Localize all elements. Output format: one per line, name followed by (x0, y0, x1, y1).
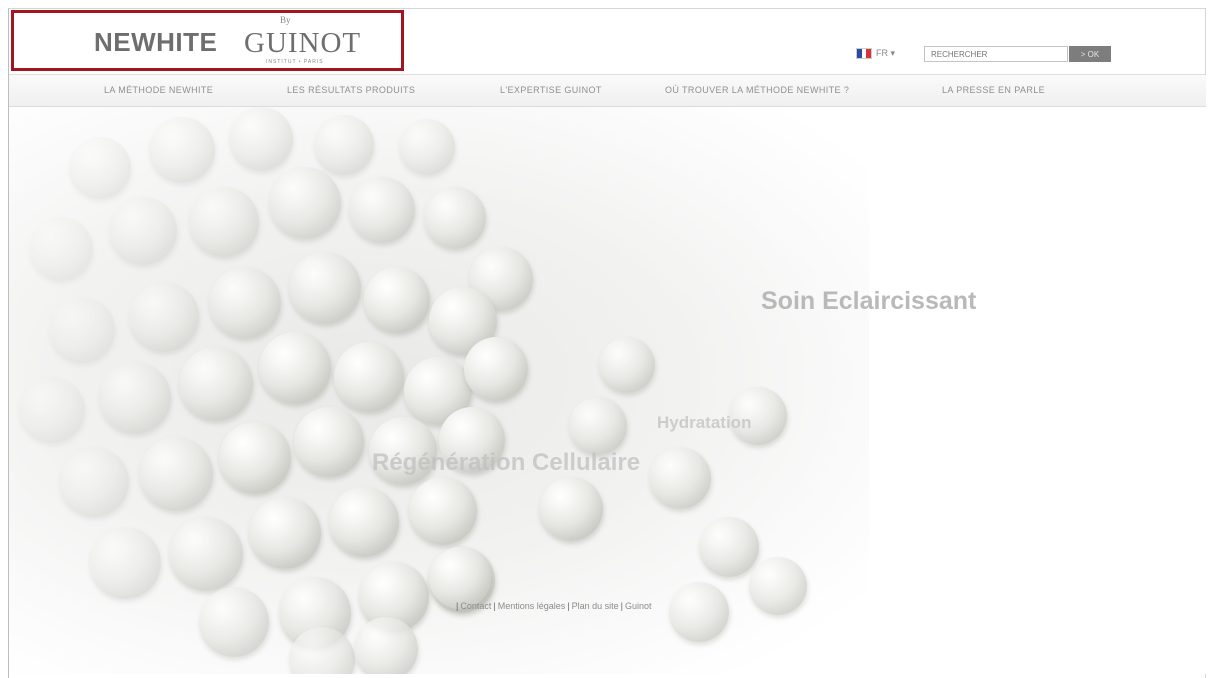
nav-item-resultats[interactable]: LES RÉSULTATS PRODUITS (287, 85, 415, 95)
pearl-image (334, 342, 404, 412)
pearl-image (49, 297, 115, 363)
nav-item-presse[interactable]: LA PRESSE EN PARLE (942, 85, 1045, 95)
pearl-image (429, 547, 491, 609)
pearl-image (209, 267, 281, 339)
footer-link-mentions-legales[interactable]: Mentions légales (498, 601, 566, 611)
pearl-image (649, 447, 711, 509)
site-logo[interactable]: NEWHITE By GUINOT INSTITUT • PARIS (11, 10, 404, 71)
pearl-image (129, 282, 199, 352)
pearl-image (699, 517, 759, 577)
pearl-image (259, 332, 331, 404)
pearl-image (399, 119, 455, 175)
pearl-image (179, 347, 253, 421)
pearl-image (354, 617, 418, 674)
language-selector[interactable]: FR ▾ (856, 48, 895, 59)
search-ok-button[interactable]: > OK (1069, 46, 1111, 62)
french-flag-icon (856, 48, 872, 59)
main-nav: LA MÉTHODE NEWHITE LES RÉSULTATS PRODUIT… (9, 74, 1206, 107)
pearl-image (749, 557, 807, 615)
logo-guinot: GUINOT (244, 27, 362, 59)
pearl-image (189, 187, 259, 257)
pearl-image (569, 397, 627, 455)
pearl-image (99, 362, 171, 434)
logo-tagline: INSTITUT • PARIS (266, 59, 324, 65)
pearl-image (69, 137, 131, 199)
headline-regeneration-cellulaire: Régénération Cellulaire (372, 449, 641, 476)
pearl-image (29, 217, 93, 281)
pearl-image (424, 187, 486, 249)
pearl-image (19, 377, 85, 443)
pearl-image (364, 267, 430, 333)
logo-newhite: NEWHITE (94, 27, 218, 57)
pearl-image (349, 177, 415, 243)
pearl-image (139, 437, 213, 511)
pearl-image (89, 527, 161, 599)
footer-links: | Contact | Mentions légales | Plan du site | G… (456, 601, 652, 611)
nav-item-expertise[interactable]: L'EXPERTISE GUINOT (500, 85, 602, 95)
logo-by: By (280, 15, 291, 25)
pearl-image (464, 337, 528, 401)
pearl-image (669, 582, 729, 642)
pearl-image (199, 587, 269, 657)
hero-banner: Soin Eclaircissant Hydratation Régénérat… (9, 107, 1206, 674)
footer-link-guinot[interactable]: Guinot (625, 601, 652, 611)
pearl-image (269, 167, 341, 239)
headline-hydratation: Hydratation (657, 413, 752, 432)
pearl-image (329, 487, 399, 557)
pearl-image (229, 107, 293, 171)
pearls-background (9, 107, 869, 674)
pearl-image (109, 197, 177, 265)
language-label: FR ▾ (876, 48, 896, 58)
pearl-image (149, 117, 215, 183)
pearl-image (249, 497, 321, 569)
pearl-image (409, 477, 477, 545)
footer-link-plan-du-site[interactable]: Plan du site (572, 601, 619, 611)
footer-link-contact[interactable]: Contact (460, 601, 491, 611)
search-input[interactable] (924, 46, 1068, 62)
pearl-image (294, 407, 364, 477)
pearl-image (314, 115, 374, 175)
pearl-image (289, 252, 361, 324)
pearl-image (219, 422, 291, 494)
pearl-image (539, 477, 603, 541)
pearl-image (59, 447, 129, 517)
pearl-image (599, 337, 655, 393)
nav-item-ou-trouver[interactable]: OÙ TROUVER LA MÉTHODE NEWHITE ? (665, 85, 849, 95)
pearl-image (169, 517, 243, 591)
headline-soin-eclaircissant: Soin Eclaircissant (761, 287, 977, 315)
nav-item-methode[interactable]: LA MÉTHODE NEWHITE (104, 85, 213, 95)
